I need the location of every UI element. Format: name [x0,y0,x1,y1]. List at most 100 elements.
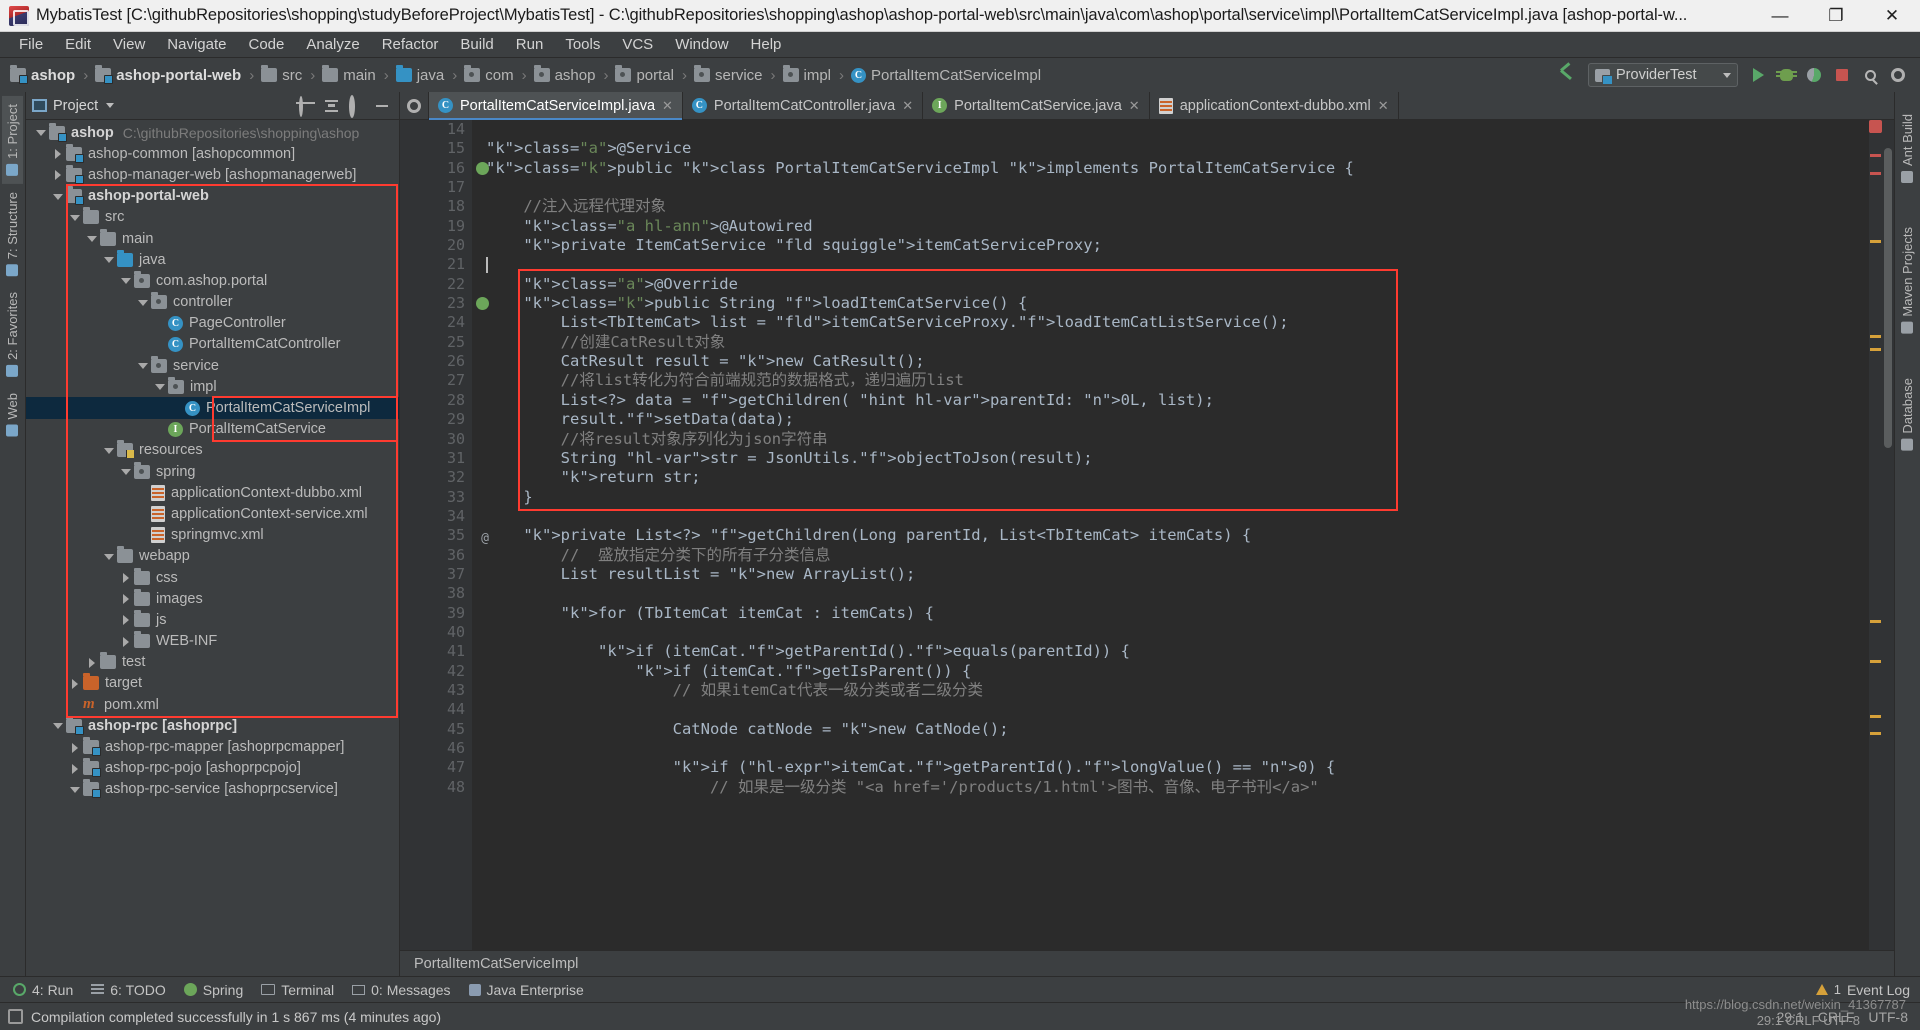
chevron-down-icon[interactable] [102,550,115,563]
code-marker[interactable] [1870,715,1881,718]
code-marker[interactable] [1870,348,1881,351]
tool-window-messages[interactable]: 0: Messages [343,980,459,1000]
code-marker[interactable] [1870,620,1881,623]
code-line[interactable]: //创建CatResult对象 [486,333,1869,352]
code-line[interactable]: "k">class="k">public "k">class PortalIte… [486,159,1869,178]
maximize-button[interactable]: ❐ [1808,0,1864,32]
tool-window-structure[interactable]: 7: Structure [2,184,23,284]
project-tree[interactable]: ashop C:\githubRepositories\shopping\asho… [26,120,399,976]
chevron-down-icon[interactable] [136,296,149,309]
navbar-crumb-portalitemcatserviceimpl[interactable]: C PortalItemCatServiceImpl [847,67,1043,84]
debug-button[interactable] [1773,62,1799,88]
chevron-down-icon[interactable] [119,274,132,287]
menu-item-refactor[interactable]: Refactor [371,34,450,55]
tree-node-target[interactable]: target [26,673,399,694]
tree-node-applicationcontext-dubbo-xml[interactable]: applicationContext-dubbo.xml [26,482,399,503]
code-line[interactable]: "k">if (itemCat."f">getIsParent()) { [486,662,1869,681]
editor-gutter[interactable]: 14 15 16 17 18 19 20 21 22 23 24 25 26 27 28 29 30 31 32 33… [400,120,489,950]
scroll-from-source-icon[interactable] [299,95,315,117]
code-marker[interactable] [1870,154,1881,157]
chevron-down-icon[interactable] [102,444,115,457]
chevron-right-icon[interactable] [68,762,81,775]
menu-item-build[interactable]: Build [449,34,504,55]
hide-icon[interactable] [374,98,390,114]
chevron-down-icon[interactable] [136,359,149,372]
code-line[interactable] [486,700,1869,719]
code-line[interactable]: "k">if (itemCat."f">getParentId()."f">eq… [486,642,1869,661]
tool-window-web[interactable]: Web [2,385,23,445]
menu-item-view[interactable]: View [102,34,156,55]
editor-tab-portalitemcatservice-java[interactable]: I PortalItemCatService.java ✕ [923,92,1150,119]
tab-overflow-settings[interactable] [400,92,429,119]
navbar-crumb-src[interactable]: src [257,65,304,84]
tool-window-terminal[interactable]: Terminal [252,980,343,1000]
tool-window-maven-projects[interactable]: Maven Projects [1897,219,1918,342]
error-marker-strip[interactable] [1869,120,1882,950]
tree-node-ashop-rpc-service-ashoprpcservice-[interactable]: ashop-rpc-service [ashoprpcservice] [26,779,399,800]
navbar-crumb-main[interactable]: main [318,65,378,84]
tree-node-main[interactable]: main [26,228,399,249]
code-line[interactable]: "k">for (TbItemCat itemCat : itemCats) { [486,604,1869,623]
code-marker[interactable] [1870,660,1881,663]
tool-window-todo[interactable]: 6: TODO [82,980,175,1000]
chevron-right-icon[interactable] [119,571,132,584]
code-line[interactable]: List resultList = "k">new ArrayList(); [486,565,1869,584]
chevron-down-icon[interactable] [153,380,166,393]
code-line[interactable]: List<?> data = "f">getChildren( "hint hl… [486,391,1869,410]
run-configuration-selector[interactable]: ProviderTest [1588,63,1738,87]
close-icon[interactable]: ✕ [902,98,913,114]
code-line[interactable] [486,584,1869,603]
navbar-crumb-impl[interactable]: impl [779,65,834,84]
code-content[interactable]: "k">class="a">@Service "k">class="k">publ… [472,120,1869,950]
chevron-down-icon[interactable] [85,232,98,245]
navbar-crumb-service[interactable]: service [690,65,765,84]
code-line[interactable]: //注入远程代理对象 [486,197,1869,216]
code-line[interactable] [486,255,1869,274]
close-icon[interactable]: ✕ [1129,98,1140,114]
code-line[interactable]: // 如果是一级分类 "<a href='/products/1.html'>图… [486,778,1869,797]
chevron-right-icon[interactable] [119,592,132,605]
tree-node-ashop-rpc-pojo-ashoprpcpojo-[interactable]: ashop-rpc-pojo [ashoprpcpojo] [26,758,399,779]
tree-node-webapp[interactable]: webapp [26,546,399,567]
search-everywhere-icon[interactable] [1857,62,1883,88]
tree-node-resources[interactable]: resources [26,440,399,461]
code-line[interactable]: //将result对象序列化为json字符串 [486,430,1869,449]
menu-item-code[interactable]: Code [237,34,295,55]
inspection-status-badge[interactable] [1869,120,1882,133]
chevron-down-icon[interactable] [51,719,64,732]
tree-node-com-ashop-portal[interactable]: com.ashop.portal [26,270,399,291]
code-line[interactable]: "k">if ("hl-expr">itemCat."f">getParentI… [486,758,1869,777]
settings-gear-icon[interactable] [349,94,365,118]
code-line[interactable]: //将list转化为符合前端规范的数据格式，递归遍历list [486,371,1869,390]
navbar-crumb-ashop[interactable]: ashop [6,65,77,84]
code-line[interactable]: CatNode catNode = "k">new CatNode(); [486,720,1869,739]
update-project-icon[interactable] [1555,62,1581,88]
tool-window-run[interactable]: 4: Run [4,980,82,1000]
code-line[interactable]: "k">private List<?> "f">getChildren(Long… [486,526,1869,545]
chevron-down-icon[interactable] [68,211,81,224]
tree-node-applicationcontext-service-xml[interactable]: applicationContext-service.xml [26,503,399,524]
tree-node-portalitemcatserviceimpl[interactable]: C PortalItemCatServiceImpl [26,397,399,419]
chevron-right-icon[interactable] [68,741,81,754]
tree-node-impl[interactable]: impl [26,376,399,397]
tool-window-spring[interactable]: Spring [175,980,252,1000]
close-icon[interactable]: ✕ [662,98,673,114]
code-line[interactable] [486,507,1869,526]
menu-item-tools[interactable]: Tools [554,34,611,55]
tree-node-src[interactable]: src [26,207,399,228]
tree-node-js[interactable]: js [26,609,399,630]
editor-tab-applicationcontext-dubbo-xml[interactable]: applicationContext-dubbo.xml ✕ [1150,92,1399,119]
code-line[interactable]: String "hl-var">str = JsonUtils."f">obje… [486,449,1869,468]
code-line[interactable]: "k">private ItemCatService "fld squiggle… [486,236,1869,255]
navbar-crumb-ashop[interactable]: ashop [530,65,598,84]
tool-window-database[interactable]: Database [1897,370,1918,459]
editor-tab-portalitemcatcontroller-java[interactable]: C PortalItemCatController.java ✕ [683,92,924,119]
chevron-right-icon[interactable] [119,635,132,648]
code-line[interactable] [486,739,1869,758]
code-line[interactable]: "k">class="a hl-ann">@Autowired [486,217,1869,236]
code-line[interactable] [486,178,1869,197]
close-button[interactable]: ✕ [1864,0,1920,32]
close-icon[interactable]: ✕ [1378,98,1389,114]
code-line[interactable]: // 盛放指定分类下的所有子分类信息 [486,546,1869,565]
chevron-right-icon[interactable] [68,677,81,690]
